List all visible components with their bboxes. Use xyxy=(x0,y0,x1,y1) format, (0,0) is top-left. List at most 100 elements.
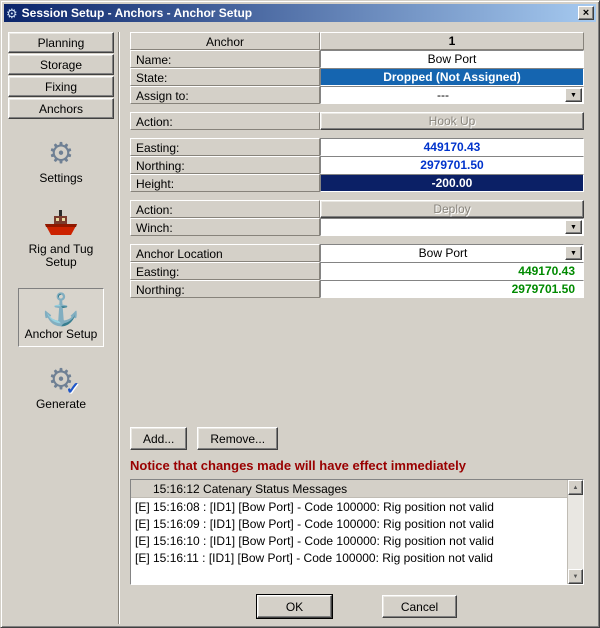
assign-to-label: Assign to: xyxy=(130,86,320,104)
remove-button[interactable]: Remove... xyxy=(197,427,278,450)
status-message: [E] 15:16:10 : [ID1] [Bow Port] - Code 1… xyxy=(131,532,567,549)
close-button[interactable]: × xyxy=(578,6,594,20)
anchor-column-header: Anchor xyxy=(130,32,320,50)
check-icon: ✓ xyxy=(66,380,80,397)
gear-check-icon: ⚙✓ xyxy=(48,366,74,395)
northing-value: 2979701.50 xyxy=(320,156,584,174)
action-deploy-label: Action: xyxy=(130,200,320,218)
anchor-location-value: Bow Port xyxy=(419,246,468,260)
sidebar-item-label: Generate xyxy=(36,398,86,411)
status-messages: 15:16:12 Catenary Status Messages [E] 15… xyxy=(131,480,567,584)
sidebar-nav: ⚙ Settings Rig and Tug xyxy=(8,134,114,417)
height-value: -200.00 xyxy=(320,174,584,192)
name-label: Name: xyxy=(130,50,320,68)
assign-to-row: Assign to: --- ▼ xyxy=(130,86,584,104)
sidebar-tab-fixing[interactable]: Fixing xyxy=(8,76,114,97)
sidebar: Planning Storage Fixing Anchors ⚙ Settin… xyxy=(4,32,116,624)
height-label: Height: xyxy=(130,174,320,192)
hook-up-button[interactable]: Hook Up xyxy=(320,112,584,130)
location-easting-label: Easting: xyxy=(130,262,320,280)
assign-to-dropdown-button[interactable]: ▼ xyxy=(565,88,582,102)
close-icon: × xyxy=(583,8,589,18)
client-area: Planning Storage Fixing Anchors ⚙ Settin… xyxy=(4,23,596,624)
winch-row: Winch: ▼ xyxy=(130,218,584,236)
anchor-setup-panel: Anchor 1 Name: Bow Port State: Dropped (… xyxy=(122,32,596,624)
scroll-down-button[interactable]: ▼ xyxy=(568,569,583,584)
catenary-status-listbox[interactable]: 15:16:12 Catenary Status Messages [E] 15… xyxy=(130,479,584,585)
scrollbar[interactable]: ▲ ▼ xyxy=(567,480,583,584)
name-row: Name: Bow Port xyxy=(130,50,584,68)
winch-dropdown-button[interactable]: ▼ xyxy=(565,220,582,234)
chevron-down-icon: ▼ xyxy=(570,224,577,231)
status-message: [E] 15:16:08 : [ID1] [Bow Port] - Code 1… xyxy=(131,498,567,515)
add-remove-row: Add... Remove... xyxy=(130,427,584,450)
anchor-location-label: Anchor Location xyxy=(130,244,320,262)
easting-value: 449170.43 xyxy=(320,138,584,156)
sidebar-tab-planning[interactable]: Planning xyxy=(8,32,114,53)
spacer xyxy=(130,298,584,427)
sidebar-item-label: Settings xyxy=(39,172,82,185)
sidebar-item-rig-and-tug-setup[interactable]: Rig and Tug Setup xyxy=(8,204,114,275)
assign-to-dropdown[interactable]: --- ▼ xyxy=(320,86,584,104)
action-hookup-row: Action: Hook Up xyxy=(130,112,584,130)
anchor-location-dropdown[interactable]: Bow Port ▼ xyxy=(320,244,584,262)
sidebar-item-anchor-setup[interactable]: ⚓ Anchor Setup xyxy=(18,288,105,347)
add-button[interactable]: Add... xyxy=(130,427,187,450)
sidebar-item-settings[interactable]: ⚙ Settings xyxy=(32,134,89,191)
sidebar-tab-storage[interactable]: Storage xyxy=(8,54,114,75)
immediate-effect-notice: Notice that changes made will have effec… xyxy=(130,458,584,473)
deploy-button[interactable]: Deploy xyxy=(320,200,584,218)
table-header-row: Anchor 1 xyxy=(130,32,584,50)
sidebar-item-label: Rig and Tug Setup xyxy=(15,243,107,269)
anchor-location-dropdown-button[interactable]: ▼ xyxy=(565,246,582,260)
location-northing-value: 2979701.50 xyxy=(320,280,584,298)
settings-gear-icon: ⚙ xyxy=(48,140,74,169)
status-message: [E] 15:16:09 : [ID1] [Bow Port] - Code 1… xyxy=(131,515,567,532)
spacer xyxy=(130,192,584,200)
status-message: [E] 15:16:11 : [ID1] [Bow Port] - Code 1… xyxy=(131,549,567,566)
action-hookup-label: Action: xyxy=(130,112,320,130)
location-easting-row: Easting: 449170.43 xyxy=(130,262,584,280)
spacer xyxy=(130,130,584,138)
state-badge: Dropped (Not Assigned) xyxy=(320,68,584,86)
location-easting-value: 449170.43 xyxy=(320,262,584,280)
arrow-up-icon: ▲ xyxy=(573,485,579,491)
footer-buttons: OK Cancel xyxy=(130,595,584,618)
ok-button[interactable]: OK xyxy=(257,595,332,618)
winch-label: Winch: xyxy=(130,218,320,236)
cancel-button[interactable]: Cancel xyxy=(382,595,457,618)
location-northing-label: Northing: xyxy=(130,280,320,298)
window-title: Session Setup - Anchors - Anchor Setup xyxy=(22,6,578,20)
sidebar-item-generate[interactable]: ⚙✓ Generate xyxy=(29,360,93,417)
status-log-header: 15:16:12 Catenary Status Messages xyxy=(131,480,567,498)
name-value: Bow Port xyxy=(320,50,584,68)
scroll-up-button[interactable]: ▲ xyxy=(568,480,583,495)
tugboat-icon xyxy=(43,210,79,240)
scrollbar-track[interactable] xyxy=(568,495,583,569)
state-label: State: xyxy=(130,68,320,86)
action-deploy-row: Action: Deploy xyxy=(130,200,584,218)
titlebar: ⚙ Session Setup - Anchors - Anchor Setup… xyxy=(4,4,596,22)
state-row: State: Dropped (Not Assigned) xyxy=(130,68,584,86)
easting-row: Easting: 449170.43 xyxy=(130,138,584,156)
vertical-divider xyxy=(118,32,120,624)
sidebar-item-label: Anchor Setup xyxy=(25,328,98,341)
arrow-down-icon: ▼ xyxy=(573,574,579,580)
chevron-down-icon: ▼ xyxy=(570,250,577,257)
anchor-number-header: 1 xyxy=(320,32,584,50)
spacer xyxy=(130,236,584,244)
northing-row: Northing: 2979701.50 xyxy=(130,156,584,174)
height-row: Height: -200.00 xyxy=(130,174,584,192)
easting-label: Easting: xyxy=(130,138,320,156)
chevron-down-icon: ▼ xyxy=(570,92,577,99)
sidebar-tab-anchors[interactable]: Anchors xyxy=(8,98,114,119)
spacer xyxy=(130,104,584,112)
assign-to-value: --- xyxy=(437,88,449,102)
winch-dropdown[interactable]: ▼ xyxy=(320,218,584,236)
northing-label: Northing: xyxy=(130,156,320,174)
anchor-icon: ⚓ xyxy=(42,294,81,325)
session-setup-window: ⚙ Session Setup - Anchors - Anchor Setup… xyxy=(0,0,600,628)
anchor-location-row: Anchor Location Bow Port ▼ xyxy=(130,244,584,262)
app-icon: ⚙ xyxy=(6,7,18,20)
location-northing-row: Northing: 2979701.50 xyxy=(130,280,584,298)
